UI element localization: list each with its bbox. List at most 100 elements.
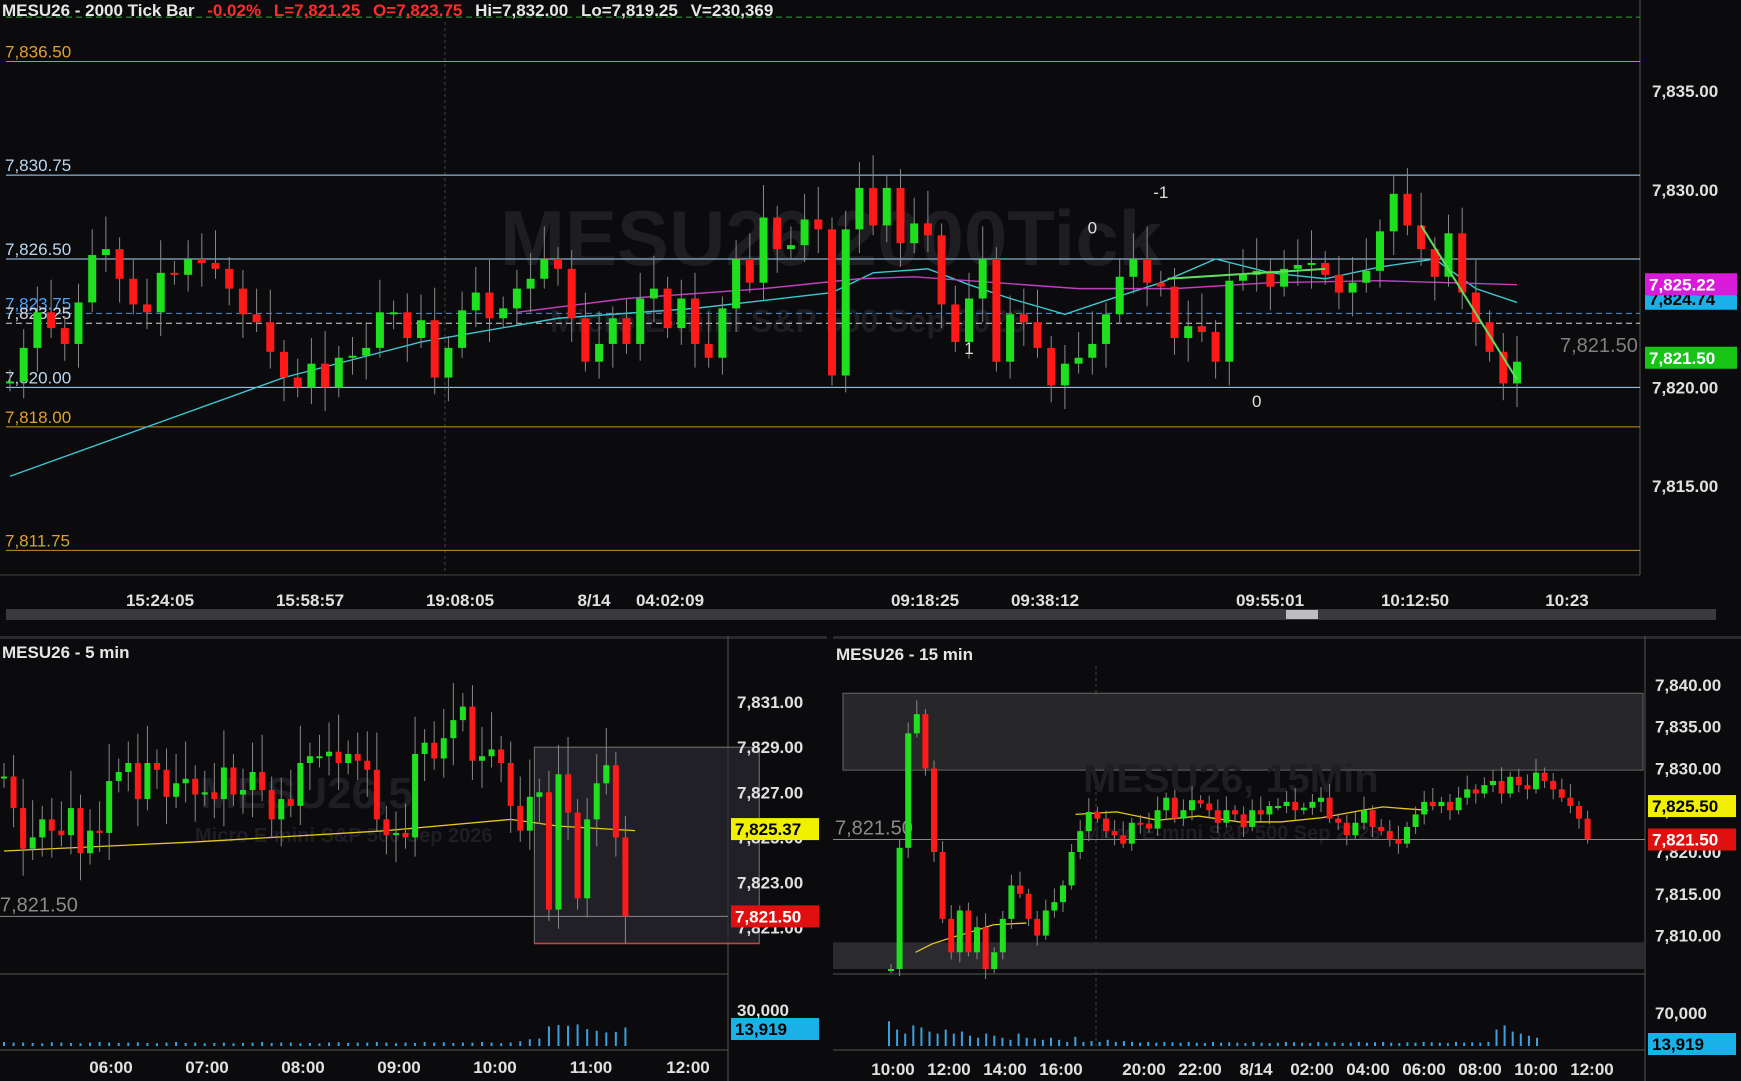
fifteen-min-candle	[1197, 800, 1204, 804]
panel-top-border	[0, 636, 827, 639]
x-tick-label: 10:00	[1514, 1060, 1557, 1079]
volume-bar	[41, 1043, 44, 1046]
tick-candle	[1225, 280, 1234, 362]
tick-candle	[786, 245, 795, 250]
tick-candle	[403, 312, 412, 338]
count-annotation: 0	[1252, 392, 1261, 411]
fifteen-min-chart-panel[interactable]: MESU26, 15Min Micro E-mini S&P 500 Sep 20…	[833, 636, 1741, 1081]
volume-bar	[614, 1031, 617, 1046]
trend-segment	[1420, 224, 1518, 381]
x-tick-label: 15:24:05	[126, 591, 194, 610]
tick-candle	[677, 298, 686, 329]
fifteen-min-candle	[888, 969, 894, 971]
fifteen-min-candle	[1567, 797, 1574, 807]
y-tick-label: 7,835.00	[1652, 82, 1718, 101]
volume-bar	[1398, 1043, 1401, 1046]
volume-bar	[136, 1042, 139, 1046]
tick-candle	[1088, 343, 1097, 358]
volume-bar	[1114, 1041, 1117, 1046]
tick-candle	[60, 328, 69, 344]
volume-bar	[12, 1042, 15, 1046]
volume-bar	[896, 1029, 899, 1046]
volume-bar	[1365, 1042, 1368, 1046]
count-annotation: -1	[1153, 183, 1168, 202]
tick-candle	[1129, 259, 1138, 277]
fifteen-min-candle	[965, 910, 972, 953]
tick-candle	[280, 351, 288, 378]
tick-candle	[115, 249, 124, 279]
five-min-candle	[440, 738, 447, 759]
volume-tick-label: 70,000	[1655, 1004, 1707, 1023]
horizontal-scrollbar[interactable]	[6, 609, 1716, 620]
fifteen-min-candle	[1257, 810, 1264, 815]
fifteen-min-chart-canvas[interactable]: MESU26, 15Min Micro E-mini S&P 500 Sep 20…	[833, 636, 1741, 1081]
tick-candle	[759, 217, 768, 283]
fifteen-min-candle	[1524, 785, 1531, 790]
fifteen-min-candle	[999, 918, 1006, 953]
y-tick-label: 7,830.00	[1652, 181, 1718, 200]
volume-bar	[1487, 1041, 1490, 1046]
tick-candle	[1102, 314, 1110, 344]
tick-candle	[1019, 314, 1028, 323]
volume-bar	[969, 1035, 971, 1046]
volume-bar	[308, 1042, 311, 1046]
five-min-candle	[335, 751, 342, 763]
tick-candle	[375, 312, 384, 348]
volume-bar	[385, 1042, 388, 1046]
tick-candle	[74, 302, 83, 344]
tick-candle	[554, 259, 562, 269]
tick-candle	[773, 217, 782, 250]
volume-bar	[1422, 1041, 1425, 1046]
scrollbar-thumb[interactable]	[1286, 610, 1318, 619]
tick-candle	[691, 298, 699, 344]
fifteen-min-candle	[1584, 818, 1591, 840]
level-label: 7,836.50	[5, 43, 71, 62]
fifteen-min-candle	[1008, 885, 1015, 919]
volume-bar	[289, 1042, 292, 1046]
volume-bar	[1203, 1043, 1206, 1046]
x-tick-label: 10:23	[1545, 591, 1588, 610]
tick-chart-canvas[interactable]: MESU26 2000TickMicro E-mini S&P 500 Sep …	[0, 0, 1741, 620]
volume-bar	[1382, 1041, 1385, 1046]
volume-bar	[936, 1033, 939, 1046]
five-min-chart-canvas[interactable]: MESU26,5Micro E-mini S&P 500 Sep 20267,8…	[0, 636, 827, 1081]
volume-bar	[423, 1041, 426, 1046]
fifteen-min-candle	[1283, 801, 1290, 807]
high-price: Hi=7,832.00	[475, 1, 569, 20]
volume-bar	[1495, 1029, 1498, 1046]
volume-bar	[1017, 1033, 1020, 1046]
low-price: Lo=7,819.25	[580, 1, 678, 20]
tick-candle	[252, 314, 261, 323]
five-min-candle	[450, 720, 457, 739]
x-tick-label: 16:00	[1039, 1060, 1082, 1079]
tick-candle	[1115, 276, 1124, 315]
tick-candle	[170, 272, 179, 275]
volume-bar	[375, 1041, 378, 1046]
tick-candle	[1239, 274, 1247, 281]
five-min-candle	[507, 762, 514, 806]
tick-chart-panel[interactable]: MESU26 2000Tick Micro E-mini S&P 500 Sep …	[0, 0, 1741, 620]
tick-candle	[1006, 314, 1015, 362]
level-label: 7,830.75	[5, 156, 71, 175]
tick-candle	[6, 381, 14, 384]
five-min-candle	[479, 756, 485, 761]
five-min-candle	[115, 772, 122, 782]
five-min-chart-panel[interactable]: MESU26,5 Micro E-mini S&P 500 Sep 2026 7,8…	[0, 636, 827, 1081]
volume-bar	[414, 1042, 417, 1046]
volume-bar	[1171, 1042, 1174, 1046]
price-label-red: 7,821.50	[735, 907, 801, 926]
fifteen-min-candle	[1154, 810, 1161, 829]
tick-candle	[937, 235, 946, 305]
five-min-candle	[603, 765, 610, 784]
volume-bar	[347, 1042, 350, 1046]
volume-bar	[60, 1042, 63, 1046]
five-min-candle	[316, 756, 323, 759]
five-min-candle	[29, 837, 36, 849]
x-tick-label: 04:02:09	[636, 591, 704, 610]
volume-bar	[490, 1042, 493, 1046]
volume-bar	[1041, 1039, 1044, 1046]
tick-candle	[1307, 262, 1316, 265]
level-label: 7,811.75	[5, 531, 70, 550]
five-min-candle	[211, 792, 218, 800]
five-min-candle	[526, 796, 533, 831]
